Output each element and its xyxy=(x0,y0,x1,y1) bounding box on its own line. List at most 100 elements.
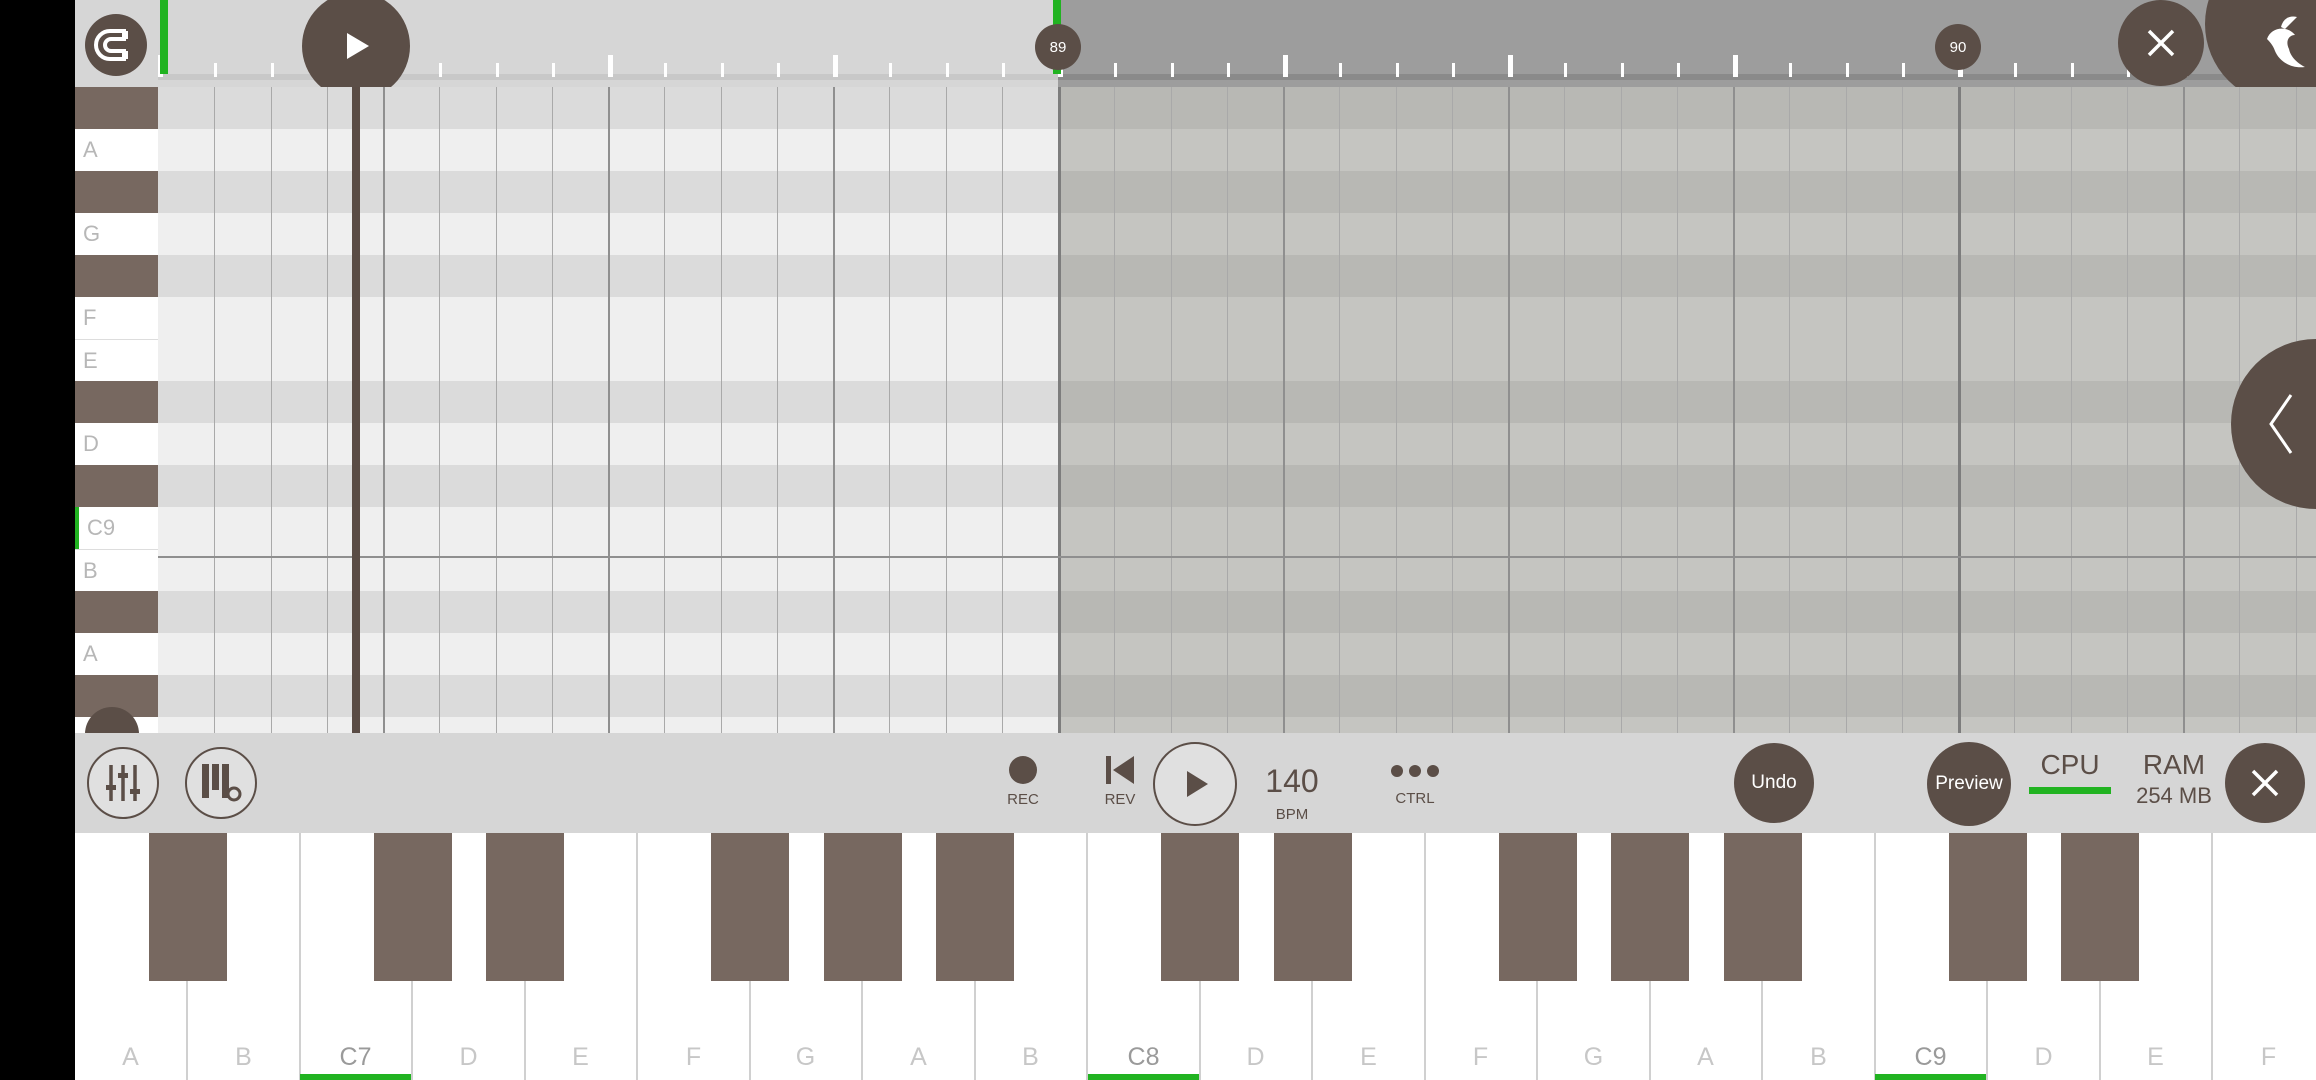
grid-line xyxy=(1114,87,1115,733)
close-button-bottom[interactable] xyxy=(2225,743,2305,823)
white-key-label: G xyxy=(795,1043,816,1071)
piano-settings-icon xyxy=(202,764,242,802)
key-row-f[interactable]: F xyxy=(75,297,158,339)
white-key-label: D xyxy=(459,1043,478,1071)
grid-line xyxy=(1902,87,1903,733)
timeline-tick xyxy=(2070,63,2074,77)
timeline-tick xyxy=(1339,63,1343,77)
grid-line xyxy=(1452,87,1453,733)
octave-divider xyxy=(158,556,2316,558)
key-row-black[interactable] xyxy=(75,465,158,507)
key-row-e[interactable]: E xyxy=(75,339,158,381)
cpu-bar-track xyxy=(2029,787,2111,794)
playhead[interactable] xyxy=(352,87,360,733)
grid-line xyxy=(2127,87,2128,733)
transport-bar: REC REV 140 BPM CTRL Undo Preview CPU RA… xyxy=(75,733,2316,833)
octave-underline xyxy=(1875,1074,1986,1080)
rev-button[interactable]: REV xyxy=(1077,753,1163,808)
preview-button[interactable]: Preview xyxy=(1927,742,2011,826)
white-key-f[interactable]: F xyxy=(2213,833,2316,1080)
black-key[interactable] xyxy=(1274,833,1352,981)
timeline-tick xyxy=(1114,63,1118,77)
grid-line xyxy=(271,87,272,733)
ctrl-button[interactable]: CTRL xyxy=(1365,756,1465,807)
grid-line xyxy=(1283,87,1285,733)
note-key-column[interactable]: A G F E D C9 B A xyxy=(75,87,158,761)
grid-line xyxy=(2183,87,2185,733)
black-key[interactable] xyxy=(1724,833,1802,981)
black-key[interactable] xyxy=(2061,833,2139,981)
rev-label: REV xyxy=(1104,791,1136,808)
grid-line xyxy=(1171,87,1172,733)
white-key-label: G xyxy=(1583,1043,1604,1071)
timeline-ruler[interactable]: 89 90 xyxy=(75,0,2316,104)
grid-line xyxy=(1564,87,1565,733)
grid-line xyxy=(1958,87,1961,733)
magnet-button[interactable] xyxy=(85,14,147,76)
piano-roll[interactable]: A G F E D C9 B A xyxy=(75,87,2316,761)
timeline-tick xyxy=(1226,63,1230,77)
skip-back-icon xyxy=(1106,756,1134,784)
timeline-tick xyxy=(1395,63,1399,77)
key-row-black[interactable] xyxy=(75,591,158,633)
key-label: G xyxy=(83,221,101,246)
undo-button[interactable]: Undo xyxy=(1734,743,1814,823)
key-row-black[interactable] xyxy=(75,381,158,423)
black-key[interactable] xyxy=(149,833,227,981)
grid-line xyxy=(1789,87,1790,733)
loop-start-marker[interactable] xyxy=(160,0,168,74)
grid-line xyxy=(1227,87,1228,733)
mixer-button[interactable] xyxy=(87,747,159,819)
black-key[interactable] xyxy=(1161,833,1239,981)
timeline-tick xyxy=(608,55,613,77)
timeline-tick xyxy=(776,63,780,77)
cpu-meter: CPU xyxy=(2025,749,2115,794)
bpm-control[interactable]: 140 BPM xyxy=(1242,763,1342,823)
black-key[interactable] xyxy=(824,833,902,981)
key-row-c9[interactable]: C9 xyxy=(75,507,158,549)
cpu-label: CPU xyxy=(2040,749,2100,780)
white-key-label: B xyxy=(1022,1043,1039,1071)
bar-badge-90[interactable]: 90 xyxy=(1935,24,1981,70)
key-row-b[interactable]: B xyxy=(75,549,158,591)
key-row-a[interactable]: A xyxy=(75,129,158,171)
close-icon xyxy=(2147,29,2175,57)
white-key-label: E xyxy=(1360,1043,1377,1071)
play-button-top[interactable] xyxy=(302,0,410,100)
app-window: 89 90 A G F E D C9 B A REC REV 140 BPM C… xyxy=(75,0,2316,1080)
key-row-black[interactable] xyxy=(75,171,158,213)
black-key[interactable] xyxy=(936,833,1014,981)
timeline-tick xyxy=(945,63,949,77)
mixer-icon xyxy=(106,765,140,801)
key-row-g[interactable]: G xyxy=(75,213,158,255)
black-key[interactable] xyxy=(1949,833,2027,981)
timeline-tick xyxy=(439,63,443,77)
rec-button[interactable]: REC xyxy=(980,753,1066,808)
black-key[interactable] xyxy=(1611,833,1689,981)
key-row-black[interactable] xyxy=(75,255,158,297)
bar-badge-89[interactable]: 89 xyxy=(1035,24,1081,70)
key-row-d[interactable]: D xyxy=(75,423,158,465)
grid-line xyxy=(664,87,665,733)
grid-line xyxy=(214,87,215,733)
white-key-label: D xyxy=(1246,1043,1265,1071)
white-key-label: C8 xyxy=(1127,1043,1160,1071)
more-dots-icon xyxy=(1391,765,1439,777)
piano-keyboard[interactable]: A B C7 D E F G A B C8 D E F G A B C9 D E F xyxy=(75,833,2316,1080)
black-key[interactable] xyxy=(711,833,789,981)
timeline-tick xyxy=(1001,63,1005,77)
white-key-label: D xyxy=(2034,1043,2053,1071)
key-row-a[interactable]: A xyxy=(75,633,158,675)
black-key[interactable] xyxy=(374,833,452,981)
black-key[interactable] xyxy=(1499,833,1577,981)
black-key[interactable] xyxy=(486,833,564,981)
grid-line xyxy=(439,87,440,733)
close-button-top[interactable] xyxy=(2118,0,2204,86)
instrument-settings-button[interactable] xyxy=(185,747,257,819)
timeline-tick xyxy=(664,63,668,77)
white-key-label: B xyxy=(235,1043,252,1071)
play-button[interactable] xyxy=(1153,742,1237,826)
white-key-label: F xyxy=(685,1043,702,1071)
key-row-black[interactable] xyxy=(75,87,158,129)
note-grid[interactable] xyxy=(158,87,2316,733)
